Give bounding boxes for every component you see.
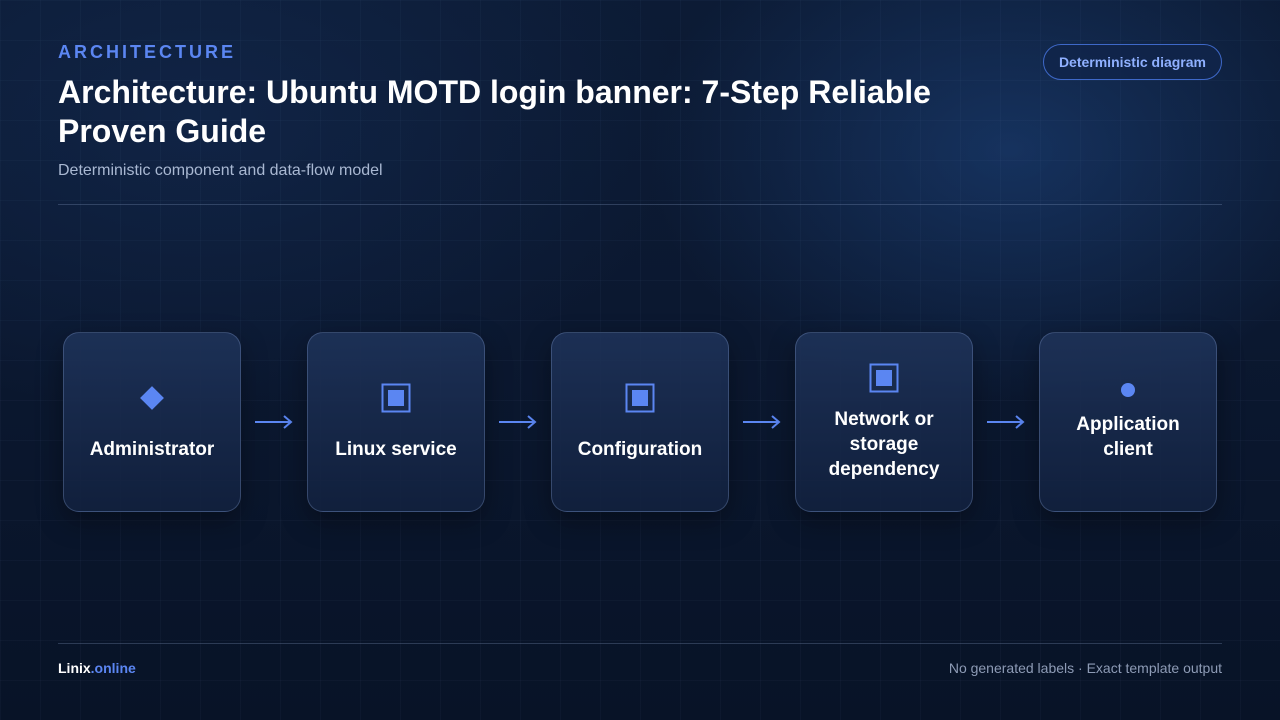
brand-name: Linix — [58, 660, 91, 676]
square-icon — [869, 363, 899, 393]
node-label: Linux service — [335, 438, 457, 460]
footer-divider — [58, 643, 1222, 644]
node-application-client: Application client — [1039, 332, 1217, 512]
node-label: Application client — [1076, 414, 1180, 460]
square-icon — [381, 383, 411, 413]
section-eyebrow: ARCHITECTURE — [58, 42, 236, 62]
page-subtitle: Deterministic component and data-flow mo… — [58, 162, 383, 179]
node-configuration: Configuration — [551, 332, 729, 512]
diagram-type-badge: Deterministic diagram — [1042, 44, 1222, 80]
architecture-flow: Administrator Linux service Configuratio… — [63, 332, 1217, 512]
node-administrator: Administrator — [63, 332, 241, 512]
node-label: Configuration — [577, 438, 703, 460]
right-arrow-icon — [241, 332, 307, 512]
dot-icon — [1120, 382, 1136, 398]
diamond-icon — [137, 383, 167, 413]
square-icon — [625, 383, 655, 413]
right-arrow-icon — [729, 332, 795, 512]
node-label: Administrator — [89, 438, 215, 460]
header-divider — [58, 204, 1222, 205]
page-title: Architecture: Ubuntu MOTD login banner: … — [58, 74, 931, 149]
footer-note: No generated labels · Exact template out… — [948, 660, 1222, 676]
brand-logo[interactable]: Linix.online — [58, 660, 136, 676]
node-network-storage: Network or storage dependency — [795, 332, 973, 512]
node-label: Network or storage dependency — [828, 408, 940, 480]
brand-tld: .online — [90, 660, 136, 676]
node-linux-service: Linux service — [307, 332, 485, 512]
right-arrow-icon — [973, 332, 1039, 512]
right-arrow-icon — [485, 332, 551, 512]
